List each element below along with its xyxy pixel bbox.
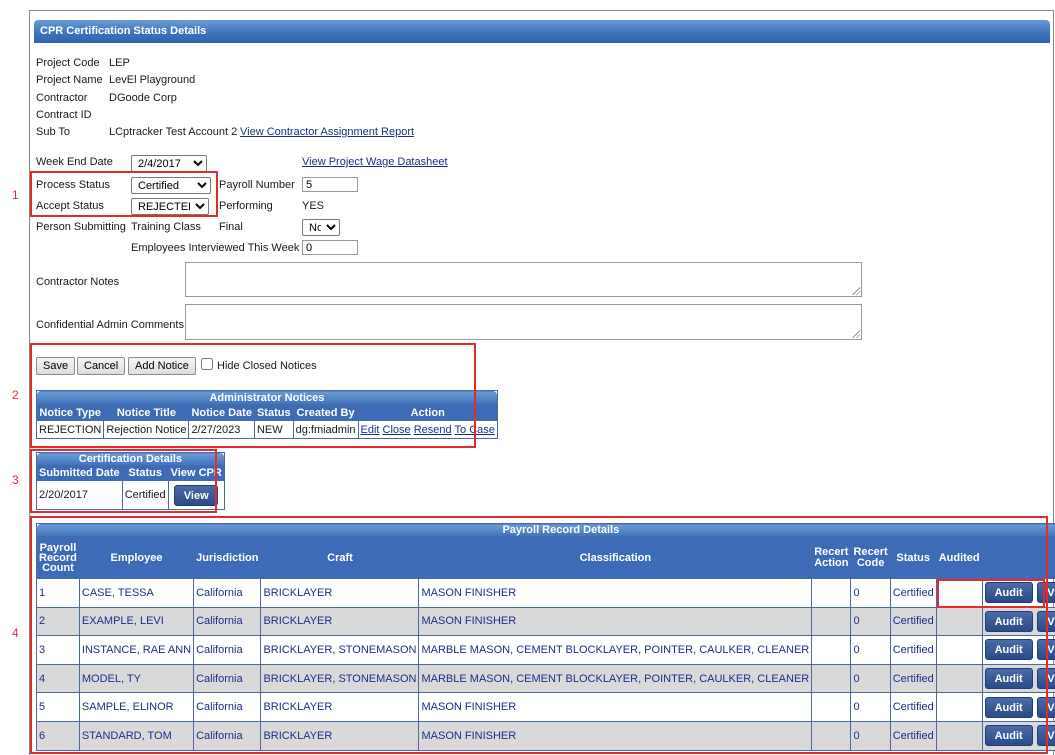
final-select[interactable]: No [302,219,340,236]
employees-interviewed-label: Employees Interviewed This Week [131,242,300,254]
week-end-select[interactable]: 2/4/2017 [131,155,207,172]
page-title: CPR Certification Status Details [34,20,1050,43]
contractor-assignment-link[interactable]: View Contractor Assignment Report [240,126,414,138]
performing-label: Performing [219,200,273,212]
resize-grip-icon[interactable] [852,287,860,295]
contractor-label: Contractor [36,92,88,104]
employees-interviewed-input[interactable] [302,240,358,255]
project-code-label: Project Code [36,57,100,69]
project-name-label: Project Name [36,74,103,86]
callout-label-4: 4 [12,626,19,640]
callout-box-2 [30,343,476,448]
training-class-label: Training Class [131,221,201,233]
performing-value: YES [302,200,325,212]
callout-box-row-actions [937,579,1045,608]
wage-datasheet-link[interactable]: View Project Wage Datasheet [302,156,448,168]
payroll-number-input[interactable] [302,177,358,192]
contractor-notes-label: Contractor Notes [36,276,120,288]
callout-box-1 [30,171,218,217]
contractor-value: DGoode Corp [109,92,177,104]
confidential-comments-label: Confidential Admin Comments [36,319,184,331]
callout-label-2: 2 [12,388,19,402]
resize-grip-icon[interactable] [852,330,860,338]
callout-label-3: 3 [12,473,19,487]
sub-to-value: LCptracker Test Account 2 [109,126,238,138]
callout-box-3 [30,449,217,513]
project-code-value: LEP [109,57,130,69]
callout-box-4 [30,516,1048,754]
callout-label-1: 1 [12,188,19,202]
confidential-comments-textarea[interactable] [185,304,862,340]
contract-id-label: Contract ID [36,109,92,121]
contractor-notes-textarea[interactable] [185,262,862,297]
sub-to-label: Sub To [36,126,71,138]
final-label: Final [219,221,243,233]
person-submitting-label: Person Submitting [36,221,126,233]
project-name-value: LevEl Playground [109,74,196,86]
payroll-number-label: Payroll Number [219,179,295,191]
week-end-label: Week End Date [36,156,113,168]
